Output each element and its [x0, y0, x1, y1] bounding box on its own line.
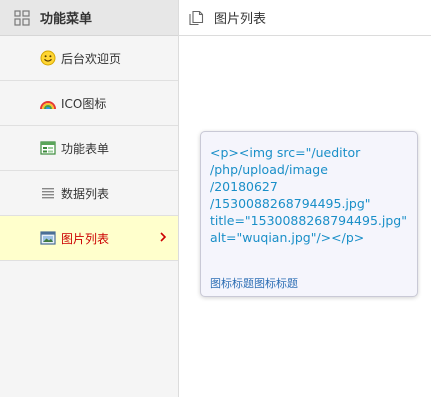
page-title: 图片列表 — [214, 12, 267, 27]
sidebar-header: 功能菜单 — [0, 0, 178, 36]
sidebar-item-welcome[interactable]: 后台欢迎页 — [0, 36, 178, 81]
sidebar-item-label: 图片列表 — [61, 231, 110, 246]
form-icon — [40, 140, 56, 156]
list-icon — [40, 185, 56, 201]
sidebar-item-form[interactable]: 功能表单 — [0, 126, 178, 171]
sidebar-item-label: 后台欢迎页 — [61, 51, 122, 66]
sidebar-title: 功能菜单 — [40, 12, 93, 27]
code-line: /php/upload/image — [210, 162, 328, 177]
grid-icon — [14, 9, 30, 26]
copy-icon — [188, 10, 204, 26]
sidebar-item-label: ICO图标 — [61, 96, 107, 111]
code-line: /1530088268794495.jpg" — [210, 196, 371, 211]
image-code-tooltip: <p><img src="/ueditor/php/upload/image/2… — [200, 131, 418, 297]
code-line: <p><img src="/ueditor — [210, 145, 361, 160]
sidebar-item-label: 数据列表 — [61, 186, 110, 201]
code-line: alt="wuqian.jpg"/></p> — [210, 230, 365, 245]
chevron-right-icon — [158, 230, 168, 244]
sidebar: 功能菜单 后台欢迎页 ICO图标 功能表单 数据列表 图片列表 — [0, 0, 179, 397]
code-line: title="1530088268794495.jpg" — [210, 213, 407, 228]
sidebar-item-datalist[interactable]: 数据列表 — [0, 171, 178, 216]
sidebar-item-label: 功能表单 — [61, 141, 110, 156]
sidebar-item-ico[interactable]: ICO图标 — [0, 81, 178, 126]
smiley-icon — [40, 50, 56, 66]
page-header: 图片列表 — [179, 0, 431, 36]
image-caption: 图标标题图标标题 — [210, 277, 298, 290]
code-line: /20180627 — [210, 179, 278, 194]
image-icon — [40, 230, 56, 246]
sidebar-item-imagelist[interactable]: 图片列表 — [0, 216, 178, 261]
image-html-code: <p><img src="/ueditor/php/upload/image/2… — [210, 144, 410, 246]
rainbow-icon — [40, 95, 56, 111]
